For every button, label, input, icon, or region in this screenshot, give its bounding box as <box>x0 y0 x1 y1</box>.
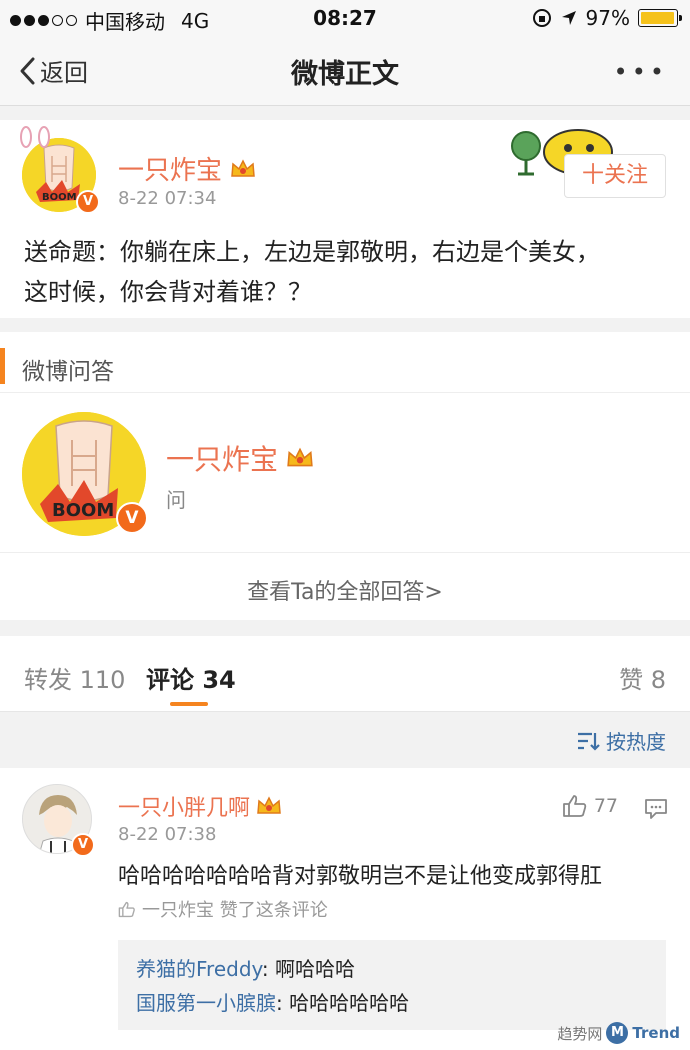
post-time: 8-22 07:34 <box>118 188 217 209</box>
sort-icon <box>578 732 600 751</box>
view-all-answers-link[interactable]: 查看Ta的全部回答> <box>0 574 690 606</box>
status-bar: 中国移动 4G 08:27 97% <box>0 0 690 36</box>
sort-by-hot-button[interactable]: 按热度 <box>576 726 666 755</box>
nav-bar: 返回 微博正文 ••• <box>0 36 690 106</box>
thumb-up-icon <box>562 795 587 817</box>
reply-author[interactable]: 养猫的Freddy <box>136 957 262 981</box>
comment-tabs: 转发 110 评论 34 赞 8 <box>0 636 690 712</box>
verified-badge: V <box>76 190 100 214</box>
thumb-up-icon <box>118 901 135 917</box>
section-accent-bar <box>0 348 5 384</box>
reply-text: : 啊哈哈哈 <box>261 957 356 981</box>
post-text-line-1: 送命题：你躺在床上，左边是郭敬明，右边是个美女， <box>24 238 600 266</box>
qa-avatar[interactable]: BOOM V <box>22 412 148 536</box>
watermark: 趋势网 M Trend <box>557 1022 680 1044</box>
reply-list: 养猫的Freddy: 啊哈哈哈 国服第一小膑膑: 哈哈哈哈哈哈 <box>118 940 666 1030</box>
svg-text:BOOM: BOOM <box>42 192 77 203</box>
verified-badge: V <box>71 833 95 857</box>
post-text-line-2: 这时候，你会背对着谁？？ <box>24 278 312 306</box>
commenter-avatar[interactable]: V <box>22 784 95 857</box>
avatar[interactable]: BOOM V <box>20 126 100 214</box>
tab-comment[interactable]: 评论 34 <box>146 660 236 695</box>
tab-like[interactable]: 赞 8 <box>619 660 666 695</box>
comment-like-button[interactable]: 77 <box>562 794 618 818</box>
page-title: 微博正文 <box>291 59 399 90</box>
reply-item[interactable]: 国服第一小膑膑: 哈哈哈哈哈哈 <box>136 986 648 1020</box>
sort-label: 按热度 <box>606 730 666 754</box>
post-text: 送命题：你躺在床上，左边是郭敬明，右边是个美女， 这时候，你会背对着谁？？ <box>24 232 674 312</box>
comment-item: V 一只小胖几啊 8-22 07:38 77 哈哈哈哈哈哈哈背对郭敬明岂不是让他… <box>0 768 690 1050</box>
liked-by-line: 一只炸宝 赞了这条评论 <box>118 896 328 922</box>
sort-bar: 按热度 <box>0 712 690 768</box>
battery-icon <box>638 9 682 27</box>
active-tab-indicator <box>170 702 208 706</box>
crown-icon <box>257 796 281 814</box>
comment-like-count: 77 <box>593 795 618 817</box>
reply-author[interactable]: 国服第一小膑膑 <box>136 991 276 1015</box>
rotation-lock-icon <box>532 9 551 27</box>
watermark-brand: Trend <box>632 1024 680 1042</box>
reply-comment-icon[interactable] <box>644 798 668 820</box>
qa-section-title: 微博问答 <box>22 359 114 385</box>
crown-icon <box>287 447 313 467</box>
tab-repost[interactable]: 转发 110 <box>24 660 125 695</box>
follow-button[interactable]: 十关注 <box>564 154 666 198</box>
svg-text:BOOM: BOOM <box>52 500 114 521</box>
comment-text: 哈哈哈哈哈哈哈背对郭敬明岂不是让他变成郭得肛 <box>118 864 603 889</box>
location-icon <box>561 11 576 25</box>
verified-badge: V <box>116 502 148 534</box>
reply-item[interactable]: 养猫的Freddy: 啊哈哈哈 <box>136 952 648 986</box>
qa-card: 微博问答 BOOM V 一只炸宝 问 查看Ta的全部回答> <box>0 332 690 620</box>
watermark-logo: M <box>606 1022 629 1044</box>
battery-label: 97% <box>585 6 630 30</box>
comment-time: 8-22 07:38 <box>118 824 217 845</box>
commenter-name[interactable]: 一只小胖几啊 <box>118 790 250 822</box>
post-author-name[interactable]: 一只炸宝 <box>118 150 222 187</box>
qa-subtitle: 问 <box>166 488 186 512</box>
liked-by-text: 一只炸宝 赞了这条评论 <box>142 900 328 921</box>
bunny-ears-icon <box>20 126 50 148</box>
reply-text: : 哈哈哈哈哈哈 <box>276 991 410 1015</box>
watermark-text: 趋势网 <box>557 1024 603 1043</box>
more-button[interactable]: ••• <box>614 58 668 86</box>
qa-author-name[interactable]: 一只炸宝 <box>166 438 278 478</box>
post-card: BOOM V 一只炸宝 8-22 07:34 十关注 送命题：你躺在床上，左边是… <box>0 120 690 318</box>
crown-icon <box>231 158 255 177</box>
